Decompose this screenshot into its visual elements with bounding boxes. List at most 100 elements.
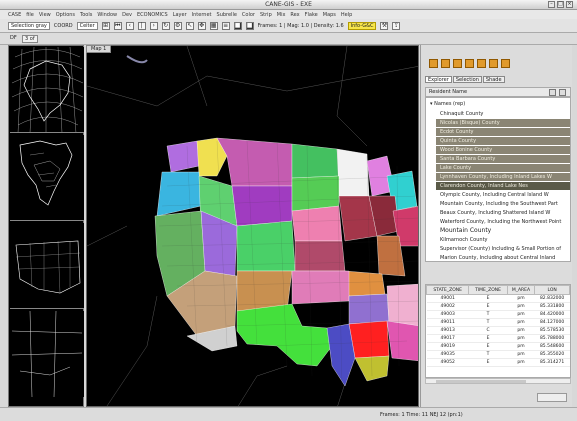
- list-item[interactable]: Nicolas (Bisque) County: [436, 119, 570, 127]
- menu-item[interactable]: CASE: [8, 12, 21, 18]
- menu-item[interactable]: Mix: [277, 12, 286, 18]
- move-up-icon[interactable]: [453, 59, 462, 68]
- column-header[interactable]: LON: [534, 285, 570, 295]
- tree-info-icon[interactable]: [559, 89, 566, 96]
- table-row[interactable]: 49002 Epm 85.331800: [426, 302, 570, 311]
- menu-item[interactable]: file: [26, 12, 34, 18]
- tab-explorer[interactable]: Explorer: [425, 76, 452, 83]
- menu-item[interactable]: Help: [341, 12, 352, 18]
- menu-item[interactable]: Window: [97, 12, 117, 18]
- next-icon[interactable]: ›: [149, 21, 158, 30]
- list-item[interactable]: Chinaquit County: [436, 110, 570, 118]
- menu-item[interactable]: Layer: [173, 12, 187, 18]
- tab-active[interactable]: 3 of: [22, 35, 38, 43]
- refresh-layer-icon[interactable]: [501, 59, 510, 68]
- fill-icon[interactable]: ■: [233, 21, 242, 30]
- move-down-icon[interactable]: [465, 59, 474, 68]
- display-select[interactable]: Selection gray: [8, 21, 50, 30]
- table-cell: 85.355020: [534, 350, 570, 359]
- table-scrollbar[interactable]: [425, 378, 571, 384]
- frame-info: Frames: 1 | Mag: 1.0 | Density: 1.6: [257, 22, 344, 29]
- attribute-table: STATE_ZONE TIME_ZONE M_AREA LON 49001 Epm…: [425, 284, 571, 378]
- previous-icon[interactable]: ‹: [125, 21, 134, 30]
- list-item[interactable]: Olympic County, Including Central Island…: [436, 191, 570, 199]
- close-icon[interactable]: ×: [566, 1, 573, 8]
- list-item[interactable]: Marion County, Including about Central I…: [436, 254, 570, 261]
- layers-icon[interactable]: ≡: [221, 21, 230, 30]
- settings-icon[interactable]: ⚙: [173, 21, 182, 30]
- menu-item[interactable]: Options: [56, 12, 75, 18]
- maximize-icon[interactable]: □: [557, 1, 564, 8]
- pointer-icon[interactable]: ↖: [185, 21, 194, 30]
- menu-item[interactable]: Rex: [290, 12, 299, 18]
- table-row[interactable]: 49013 Cpm 85.578530: [426, 326, 570, 335]
- list-item[interactable]: Quinta County: [436, 137, 570, 145]
- table-row[interactable]: 49035 Tpm 85.355020: [426, 350, 570, 359]
- list-item[interactable]: Mountain County, Including the Southwest…: [436, 200, 570, 208]
- menu-item[interactable]: Tools: [80, 12, 92, 18]
- list-item[interactable]: Clarendon County, Inland Lake Nes: [436, 182, 570, 190]
- export-icon[interactable]: ⇪: [392, 21, 401, 30]
- info-button[interactable]: Info-G&C: [347, 21, 377, 30]
- refresh-icon[interactable]: ↻: [161, 21, 170, 30]
- list-item[interactable]: Beaux County, Including Shattered Island…: [436, 209, 570, 217]
- column-header[interactable]: STATE_ZONE: [426, 285, 470, 295]
- window-title: CANE-GIS - EXE: [265, 1, 312, 8]
- table-header-row: STATE_ZONE TIME_ZONE M_AREA LON: [426, 285, 570, 295]
- thumbnail-usa-states[interactable]: [10, 223, 84, 309]
- remove-layer-icon[interactable]: [441, 59, 450, 68]
- menu-item[interactable]: Color: [242, 12, 255, 18]
- coord-select[interactable]: Ceiter: [76, 21, 98, 30]
- table-row[interactable]: 49052 Epm 85.314271: [426, 358, 570, 367]
- menu-item[interactable]: Maps: [323, 12, 336, 18]
- grid-icon[interactable]: ▦: [209, 21, 218, 30]
- tab-shade[interactable]: Shade: [482, 76, 505, 83]
- list-item[interactable]: Wood Bonine County: [436, 146, 570, 154]
- map-canvas[interactable]: [86, 45, 419, 407]
- minimize-icon[interactable]: –: [548, 1, 555, 8]
- add-layer-icon[interactable]: [429, 59, 438, 68]
- menu-item[interactable]: Dev: [122, 12, 132, 18]
- table-row[interactable]: 49001 Epm 82.832000: [426, 294, 570, 303]
- properties-icon[interactable]: [477, 59, 486, 68]
- list-item[interactable]: Lynnhaven County, Including Inland Lakes…: [436, 173, 570, 181]
- list-item[interactable]: Mountain County: [436, 227, 570, 235]
- tree-options-icon[interactable]: [549, 89, 556, 96]
- zoom-box-icon[interactable]: ⊞: [101, 21, 110, 30]
- menu-item[interactable]: Internet: [192, 12, 212, 18]
- list-item[interactable]: Supervisor (County) Including & Small Po…: [436, 245, 570, 253]
- list-item[interactable]: Ecdot County: [436, 128, 570, 136]
- tree-root[interactable]: ▾ Names (rep): [430, 101, 465, 107]
- thumbnail-lines[interactable]: [10, 311, 84, 397]
- list-item[interactable]: Kilmarnoch County: [436, 236, 570, 244]
- scrollbar-thumb[interactable]: [436, 380, 526, 383]
- menu-item[interactable]: ECONOMICS: [137, 12, 168, 18]
- thumbnail-globe[interactable]: [10, 47, 84, 133]
- map-tab[interactable]: Map 1: [86, 45, 112, 53]
- list-item[interactable]: Santa Barbara County: [436, 155, 570, 163]
- table-row[interactable]: 49017 Epm 85.788000: [426, 334, 570, 343]
- thumbnail-north-america[interactable]: [10, 135, 84, 221]
- table-row[interactable]: 49011 Tpm 84.127000: [426, 318, 570, 327]
- stop-icon[interactable]: ■: [245, 21, 254, 30]
- menu-item[interactable]: View: [39, 12, 51, 18]
- tab-left[interactable]: DF: [10, 35, 17, 41]
- table-row[interactable]: 49003 Tpm 84.420000: [426, 310, 570, 319]
- column-header[interactable]: TIME_ZONE: [468, 285, 508, 295]
- table-cell: 85.788000: [534, 334, 570, 343]
- menu-item[interactable]: Flake: [305, 12, 318, 18]
- tool-icon[interactable]: ⚒: [380, 21, 389, 30]
- pan-icon[interactable]: ✥: [197, 21, 206, 30]
- menu-item[interactable]: Subrelle: [217, 12, 237, 18]
- menu-item[interactable]: Strip: [260, 12, 272, 18]
- feature-tree: ▾ Names (rep) Chinaquit County Nicolas (…: [425, 97, 571, 262]
- step-icon[interactable]: |: [137, 21, 146, 30]
- table-row[interactable]: 49019 Epm 85.548600: [426, 342, 570, 351]
- zoom-layer-icon[interactable]: [489, 59, 498, 68]
- panel-action-button[interactable]: [537, 393, 567, 402]
- list-item[interactable]: Lake County: [436, 164, 570, 172]
- list-item[interactable]: Waterford County, Including the Northwes…: [436, 218, 570, 226]
- column-header[interactable]: M_AREA: [506, 285, 536, 295]
- tab-selection[interactable]: Selection: [452, 76, 482, 83]
- first-frame-icon[interactable]: ⏮: [113, 21, 122, 30]
